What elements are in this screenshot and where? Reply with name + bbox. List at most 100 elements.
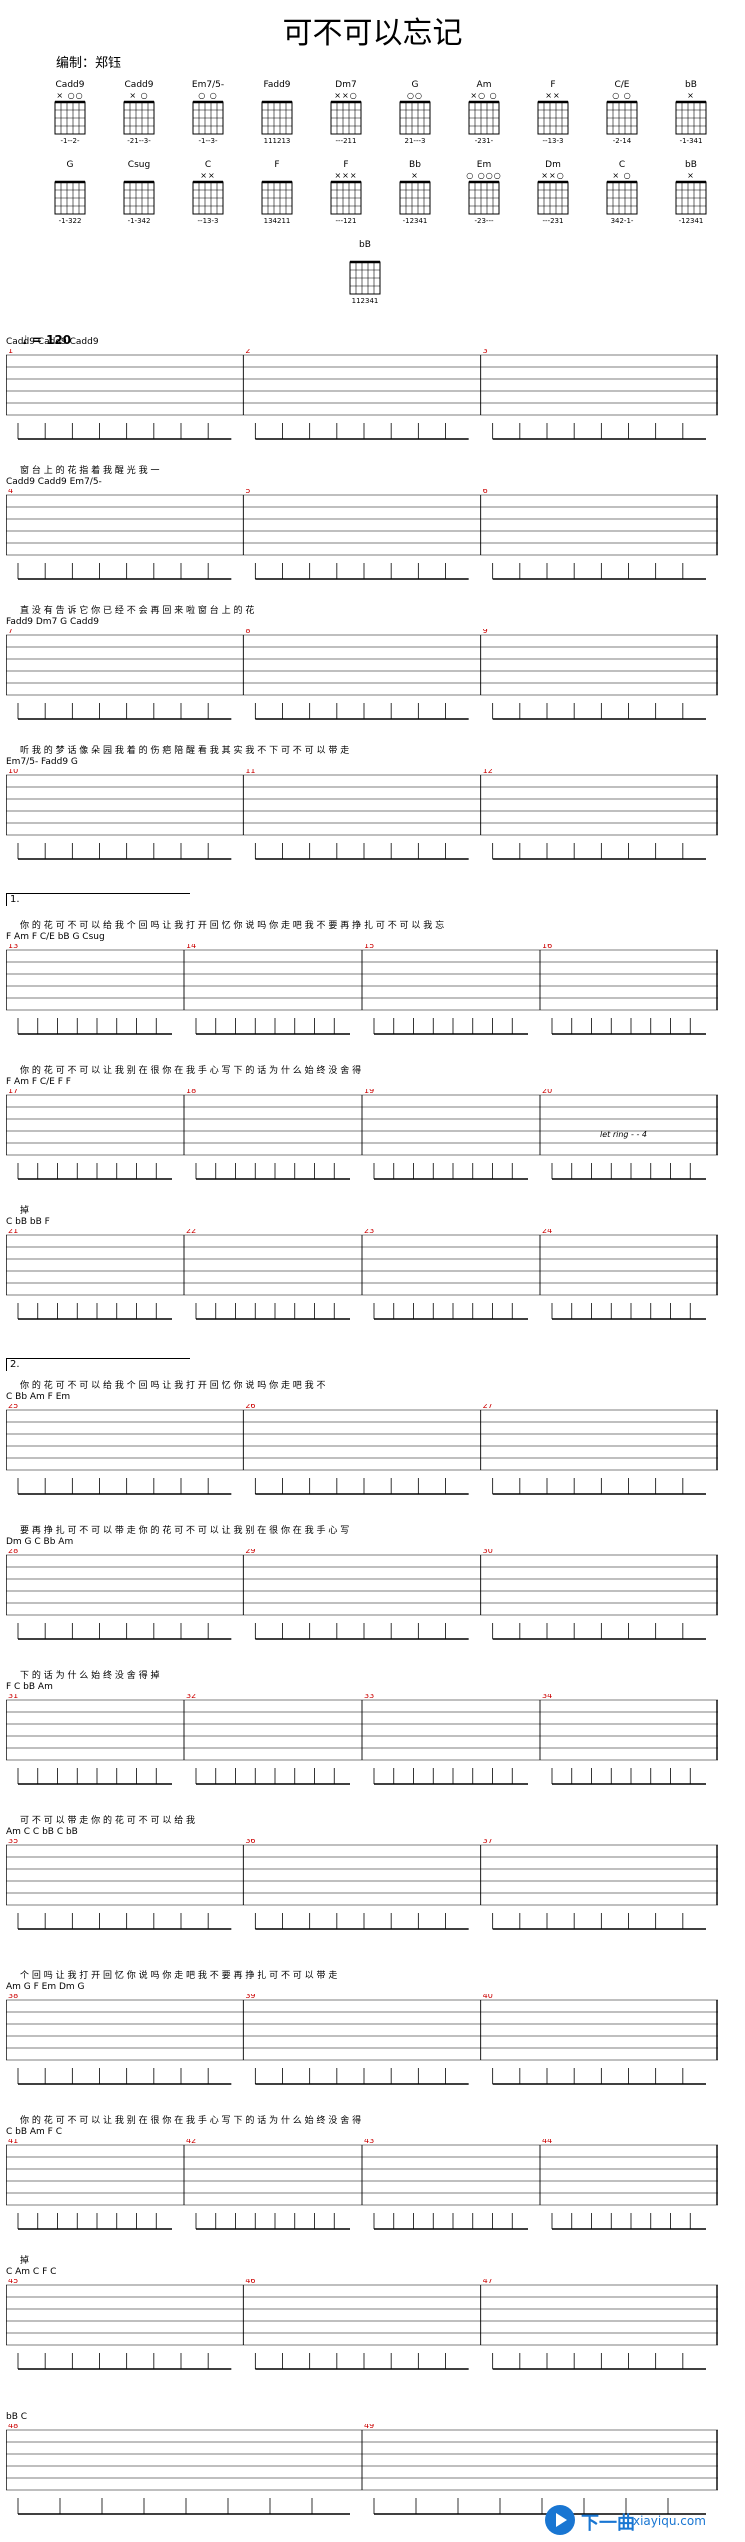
song-title: 可不可以忘记 — [282, 16, 463, 51]
chord-diagram: Fadd9 111213 — [247, 80, 307, 155]
measure-number: 42 — [186, 2139, 196, 2145]
chord-diagram: C ×× --13-3 — [178, 160, 238, 235]
chord-diagram: Bb × -12341 — [385, 160, 445, 235]
chord-name: Em7/5- — [191, 80, 225, 90]
chord-string-marks: × — [687, 171, 695, 180]
chord-diagram: bB × -12341 — [661, 160, 721, 235]
chord-symbols-line: F Am F C/E F F — [6, 1077, 71, 1087]
chord-string-marks — [109, 171, 169, 180]
arranger-credit: 编制：郑钰 — [56, 56, 122, 71]
measure-number: 12 — [483, 769, 493, 775]
chord-diagram-row-1: Cadd9 × ○○ -1--2- Cadd9 × ○ -21--3- Em7/5- ○ ○ -… — [40, 80, 720, 155]
chord-diagram: G -1-322 — [40, 160, 100, 235]
chord-name: Am — [476, 80, 492, 90]
chord-diagram: F ××× ---121 — [316, 160, 376, 235]
chord-diagram: Em7/5- ○ ○ -1--3- — [178, 80, 238, 155]
chord-diagram: Dm7 ××○ ---211 — [316, 80, 376, 155]
lyrics-line: 个 回 吗 让 我 打 开 回 忆 你 说 吗 你 走 吧 我 不 要 再 挣 … — [20, 1971, 338, 1980]
chord-grid — [399, 180, 431, 215]
site-logo[interactable]: 下一曲 xiayiqu.com — [545, 2505, 740, 2537]
chord-diagram: C × ○ 342-1- — [592, 160, 652, 235]
measure-number: 38 — [8, 1994, 18, 2000]
chord-name: Cadd9 — [124, 80, 154, 90]
chord-symbols-line: Am C C bB C bB — [6, 1827, 78, 1837]
measure-number: 41 — [8, 2139, 18, 2145]
chord-grid — [537, 100, 569, 135]
chord-fingering: 111213 — [263, 137, 291, 145]
measure-number: 15 — [364, 944, 374, 950]
chord-name: F — [343, 160, 349, 170]
chord-fingering: -1-342 — [127, 217, 151, 225]
chord-name: Dm — [545, 160, 561, 170]
chord-fingering: -2-14 — [612, 137, 632, 145]
measure-number: 46 — [245, 2279, 255, 2285]
measure-number: 22 — [186, 1229, 196, 1235]
chord-symbols-line: C Am C F C — [6, 2267, 57, 2277]
measure-number: 17 — [8, 1089, 18, 1095]
site-url: xiayiqu.com — [633, 2514, 706, 2528]
chord-string-marks — [40, 171, 100, 180]
measure-number: 29 — [245, 1549, 255, 1555]
chord-string-marks: × — [687, 91, 695, 100]
measure-number: 49 — [364, 2424, 374, 2430]
measure-number: 27 — [483, 1404, 493, 1410]
measure-number: 10 — [8, 769, 18, 775]
tab-staff: 10 11 12 — [6, 769, 718, 860]
lyrics-line: 你 的 花 可 不 可 以 给 我 个 回 吗 让 我 打 开 回 忆 你 说 … — [20, 1381, 326, 1390]
measure-number: 28 — [8, 1549, 18, 1555]
lyrics-line — [20, 323, 720, 335]
chord-fingering: 21---3 — [404, 137, 426, 145]
chord-symbols-line: Cadd9 Cadd9 Em7/5- — [6, 477, 102, 487]
measure-number: 36 — [245, 1839, 255, 1845]
chord-diagram: Em ○ ○○○ -23--- — [454, 160, 514, 235]
tab-staff: 28 29 30 — [6, 1549, 718, 1640]
volta-2: 2. — [6, 1358, 190, 1371]
chord-string-marks: ○ ○ — [612, 91, 632, 100]
chord-grid — [54, 100, 86, 135]
chord-name: C/E — [614, 80, 630, 90]
measure-number: 33 — [364, 1694, 374, 1700]
chord-symbols-line: bB C — [6, 2412, 28, 2422]
tab-staff: 7 8 9 — [6, 629, 718, 720]
lyrics-line — [20, 2398, 720, 2410]
chord-string-marks — [335, 251, 395, 260]
chord-grid — [349, 260, 381, 295]
lyrics-line: 窗 台 上 的 花 指 着 我 醒 光 我 一 — [20, 466, 160, 475]
measure-number: 44 — [542, 2139, 552, 2145]
chord-fingering: -1--2- — [60, 137, 80, 145]
chord-name: C — [204, 160, 212, 170]
measure-number: 6 — [483, 489, 488, 495]
measure-number: 7 — [8, 629, 13, 635]
chord-symbols-line: Fadd9 Dm7 G Cadd9 — [6, 617, 99, 627]
tab-staff: 4 5 6 — [6, 489, 718, 580]
chord-name: Csug — [127, 160, 151, 170]
lyrics-line: 掉 — [20, 1206, 30, 1215]
chord-fingering: 112341 — [351, 297, 379, 305]
chord-fingering: 342-1- — [610, 217, 634, 225]
chord-fingering: 134211 — [263, 217, 291, 225]
chord-name: C — [618, 160, 626, 170]
chord-symbols-line: F Am F C/E bB G Csug — [6, 932, 105, 942]
chord-symbols-line: Dm G C Bb Am — [6, 1537, 74, 1547]
volta-1: 1. — [6, 893, 190, 906]
measure-number: 21 — [8, 1229, 18, 1235]
chord-diagram-row-3: bB 112341 — [40, 240, 720, 315]
measure-number: 37 — [483, 1839, 493, 1845]
tab-staff: 25 26 27 — [6, 1404, 718, 1495]
chord-fingering: --13-3 — [197, 217, 219, 225]
measure-number: 43 — [364, 2139, 374, 2145]
chord-diagram: Csug -1-342 — [109, 160, 169, 235]
chord-name: bB — [359, 240, 371, 250]
chord-symbols-line: C Bb Am F Em — [6, 1392, 71, 1402]
measure-number: 5 — [245, 489, 250, 495]
chord-diagram: bB 112341 — [335, 240, 395, 315]
chord-grid — [399, 100, 431, 135]
chord-diagram-row-2: G -1-322 Csug -1-342 C ×× --13-3 F 134211 F ××× ---… — [40, 160, 720, 235]
chord-fingering: -231- — [474, 137, 494, 145]
measure-number: 1 — [8, 349, 13, 355]
chord-grid — [675, 100, 707, 135]
chord-string-marks — [247, 171, 307, 180]
tab-staff: 17 18 19 20 — [6, 1089, 718, 1180]
chord-grid — [537, 180, 569, 215]
chord-string-marks: ××× — [334, 171, 358, 180]
